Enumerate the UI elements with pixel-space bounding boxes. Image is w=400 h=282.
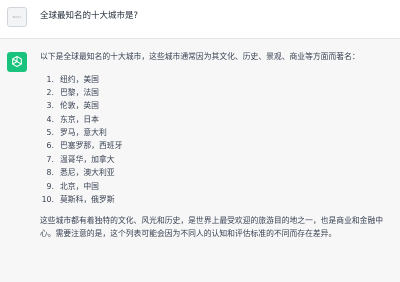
- list-item-number: 6.: [46, 141, 54, 151]
- user-avatar-text: BASY: [12, 15, 22, 19]
- list-item-number: 8.: [46, 168, 54, 178]
- list-item-city: 莫斯科，俄罗斯: [60, 195, 115, 205]
- list-item: 5. 罗马，意大利: [40, 126, 385, 139]
- list-item: 10. 莫斯科，俄罗斯: [40, 193, 385, 206]
- assistant-answer: 以下是全球最知名的十大城市，这些城市通常因为其文化、历史、景观、商业等方面而著名…: [40, 51, 385, 240]
- list-item: 9. 北京，中国: [40, 180, 385, 193]
- answer-intro: 以下是全球最知名的十大城市，这些城市通常因为其文化、历史、景观、商业等方面而著名…: [40, 52, 360, 61]
- list-item: 6. 巴塞罗那，西班牙: [40, 139, 385, 152]
- list-item-city: 悉尼，澳大利亚: [60, 168, 115, 178]
- list-item: 7. 温哥华，加拿大: [40, 153, 385, 166]
- list-item-city: 北京，中国: [60, 181, 99, 191]
- list-item: 2. 巴黎，法国: [40, 86, 385, 99]
- list-item-number: 3.: [46, 101, 54, 111]
- list-item-city: 巴黎，法国: [60, 87, 99, 97]
- list-item: 1. 纽约，美国: [40, 73, 385, 86]
- list-item-city: 温哥华，加拿大: [60, 154, 115, 164]
- list-item-city: 东京，日本: [60, 114, 99, 124]
- list-item-city: 伦敦，英国: [60, 101, 99, 111]
- list-item-number: 2.: [46, 87, 54, 97]
- list-item-city: 罗马，意大利: [60, 128, 107, 138]
- list-item: 8. 悉尼，澳大利亚: [40, 166, 385, 179]
- city-list: 1. 纽约，美国 2. 巴黎，法国 3. 伦敦，英国 4. 东京，日本 5. 罗马，意大利…: [40, 73, 385, 207]
- list-item: 4. 东京，日本: [40, 113, 385, 126]
- list-item-number: 10.: [41, 195, 54, 205]
- list-item-city: 巴塞罗那，西班牙: [60, 141, 123, 151]
- chatgpt-logo-icon: [7, 52, 27, 72]
- user-avatar-icon: BASY: [7, 7, 27, 27]
- list-item-number: 5.: [46, 128, 54, 138]
- user-question: 全球最知名的十大城市是?: [40, 11, 139, 21]
- list-item-number: 1.: [46, 74, 54, 84]
- list-item-city: 纽约，美国: [60, 74, 99, 84]
- answer-outro: 这些城市都有着独特的文化、风光和历史，是世界上最受欢迎的旅游目的地之一，也是商业…: [40, 216, 384, 238]
- user-message-row: BASY 全球最知名的十大城市是?: [0, 0, 400, 39]
- assistant-message-row: 以下是全球最知名的十大城市，这些城市通常因为其文化、历史、景观、商业等方面而著名…: [0, 39, 400, 282]
- list-item-number: 9.: [46, 181, 54, 191]
- list-item-number: 4.: [46, 114, 54, 124]
- list-item: 3. 伦敦，英国: [40, 99, 385, 112]
- list-item-number: 7.: [46, 154, 54, 164]
